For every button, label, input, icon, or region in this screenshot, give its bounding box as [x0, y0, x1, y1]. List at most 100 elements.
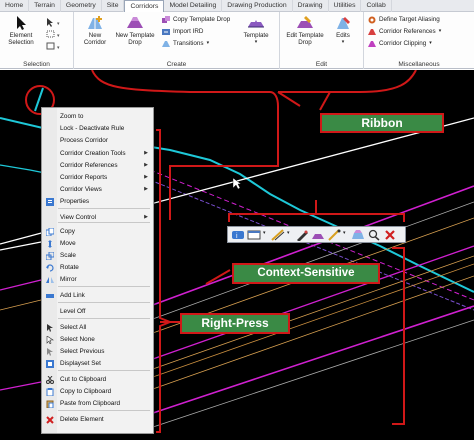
context-menu-item-mirror[interactable]: Mirror: [42, 274, 153, 285]
new-corridor-button[interactable]: New Corridor: [80, 15, 110, 46]
tab-terrain[interactable]: Terrain: [29, 0, 61, 12]
edits-button[interactable]: Edits ▾: [330, 15, 356, 46]
mirror-icon: [46, 277, 54, 283]
context-menu-item-select-previous[interactable]: Select Previous: [42, 346, 153, 357]
tab-home[interactable]: Home: [0, 0, 30, 12]
create-group-label: Create: [166, 61, 187, 68]
context-menu-item-lock-deactivate-rule[interactable]: Lock - Deactivate Rule: [42, 123, 153, 134]
tab-drawing[interactable]: Drawing: [293, 0, 329, 12]
cut-icon: [46, 376, 54, 384]
copy-template-drop-button[interactable]: Copy Template Drop: [162, 14, 230, 25]
context-menu-item-label: Lock - Deactivate Rule: [60, 125, 125, 132]
corridor-clipping-button[interactable]: Corridor Clipping ▾: [368, 38, 432, 49]
context-menu-item-rotate[interactable]: Rotate: [42, 262, 153, 273]
edits-icon: [337, 17, 350, 29]
selection-group-label: Selection: [23, 61, 50, 68]
context-menu-item-corridor-references[interactable]: Corridor References ▶: [42, 160, 153, 171]
menu-separator: [58, 410, 150, 411]
context-menu-item-label: Level Off: [60, 308, 86, 315]
pointer-tool-button[interactable]: [327, 228, 341, 241]
context-menu-item-view-control[interactable]: View Control ▶: [42, 212, 153, 223]
chevron-down-icon[interactable]: ▾: [287, 229, 293, 241]
close-toolbar-button[interactable]: [383, 229, 397, 241]
element-info-icon: i: [232, 230, 244, 240]
edit-template-icon: [297, 16, 313, 28]
chevron-down-icon[interactable]: ▾: [263, 229, 269, 241]
import-ird-button[interactable]: Import IRD: [162, 26, 203, 37]
corridor-section-button[interactable]: [351, 229, 365, 241]
context-menu-item-zoom-to[interactable]: Zoom to: [42, 111, 153, 122]
template-icon: [312, 233, 324, 239]
menu-separator: [58, 318, 150, 319]
context-menu-item-corridor-views[interactable]: Corridor Views ▶: [42, 184, 153, 195]
import-ird-label: Import IRD: [173, 28, 204, 35]
context-menu-item-label: Mirror: [60, 276, 77, 283]
context-menu-item-scale[interactable]: Scale: [42, 250, 153, 261]
edit-corridor-button[interactable]: [295, 229, 309, 242]
context-menu-item-label: Select All: [60, 324, 87, 331]
context-menu-item-corridor-creation-tools[interactable]: Corridor Creation Tools ▶: [42, 148, 153, 159]
tab-utilities[interactable]: Utilities: [329, 0, 362, 12]
copy-icon: [46, 228, 54, 236]
corridor-references-ribbon-label: Corridor References: [379, 28, 436, 35]
context-sensitive-toolbar: i ▾ ▾ ▾: [227, 226, 406, 243]
element-selection-button[interactable]: Element Selection: [2, 15, 40, 46]
submenu-arrow-icon: ▶: [144, 214, 148, 220]
template-label: Template: [243, 32, 269, 39]
new-template-drop-button[interactable]: New Template Drop: [112, 15, 158, 46]
select-none-icon: [46, 336, 54, 344]
displayset-icon: [46, 360, 54, 368]
context-menu-item-copy-to-clipboard[interactable]: Copy to Clipboard: [42, 386, 153, 397]
chevron-down-icon: ▾: [341, 39, 345, 45]
context-menu-item-paste-from-clipboard[interactable]: Paste from Clipboard: [42, 398, 153, 409]
transitions-button[interactable]: Transitions ▾: [162, 38, 209, 49]
context-menu-item-delete-element[interactable]: Delete Element: [42, 414, 153, 425]
tab-model-detailing[interactable]: Model Detailing: [164, 0, 223, 12]
context-menu-item-properties[interactable]: Properties: [42, 196, 153, 207]
miscellaneous-group-label: Miscellaneous: [398, 61, 440, 68]
corridor-section-icon: [352, 229, 364, 239]
line-style-button[interactable]: [271, 228, 285, 241]
tab-geometry[interactable]: Geometry: [61, 0, 102, 12]
template-button[interactable]: [311, 229, 325, 241]
corridor-references-button[interactable]: Corridor References ▾: [368, 26, 441, 37]
context-menu-item-cut-to-clipboard[interactable]: Cut to Clipboard: [42, 374, 153, 385]
chevron-down-icon[interactable]: ▾: [343, 229, 349, 241]
context-menu-item-copy[interactable]: Copy: [42, 226, 153, 237]
context-menu-item-select-none[interactable]: Select None: [42, 334, 153, 345]
chevron-down-icon: ▾: [206, 40, 210, 46]
context-menu-item-label: Add Link: [60, 292, 85, 299]
selection-small-tools: ▾ ▾ ▾: [44, 17, 70, 57]
magnifier-icon: [368, 229, 380, 241]
context-menu-item-move[interactable]: Move: [42, 238, 153, 249]
element-selection-label: Element Selection: [8, 32, 34, 46]
submenu-arrow-icon: ▶: [144, 174, 148, 180]
new-template-drop-label: New Template Drop: [115, 32, 155, 46]
ribbon: Element Selection ▾ ▾ ▾ Selection New Co…: [0, 12, 474, 69]
element-info-button[interactable]: i: [231, 229, 245, 241]
chevron-down-icon: ▾: [429, 40, 432, 46]
context-menu-item-level-off[interactable]: Level Off: [42, 306, 153, 317]
corridor-clipping-label: Corridor Clipping: [379, 40, 427, 47]
edit-template-drop-label: Edit Template Drop: [286, 32, 324, 46]
transitions-icon: [162, 40, 170, 47]
corridor-clipping-icon: [368, 40, 376, 47]
ribbon-annotation-label: Ribbon: [320, 113, 444, 133]
context-menu-item-displayset-set[interactable]: Displayset Set: [42, 358, 153, 369]
tab-site[interactable]: Site: [102, 0, 125, 12]
context-menu-item-add-link[interactable]: Add Link: [42, 290, 153, 301]
context-menu-item-label: Corridor Views: [60, 186, 102, 193]
window-area-button[interactable]: [247, 229, 261, 241]
context-menu-item-select-all[interactable]: Select All: [42, 322, 153, 333]
context-menu-item-process-corridor[interactable]: Process Corridor: [42, 135, 153, 146]
tab-drawing-production[interactable]: Drawing Production: [222, 0, 293, 12]
properties-icon: [46, 198, 54, 206]
context-menu-item-corridor-reports[interactable]: Corridor Reports ▶: [42, 172, 153, 183]
move-icon: [48, 240, 52, 248]
edit-pen-icon: [297, 230, 308, 242]
template-button[interactable]: Template ▾: [238, 15, 274, 46]
edit-template-drop-button[interactable]: Edit Template Drop: [282, 15, 328, 46]
tab-collab[interactable]: Collab: [361, 0, 392, 12]
define-target-aliasing-button[interactable]: Define Target Aliasing: [368, 14, 440, 25]
zoom-button[interactable]: [367, 229, 381, 241]
